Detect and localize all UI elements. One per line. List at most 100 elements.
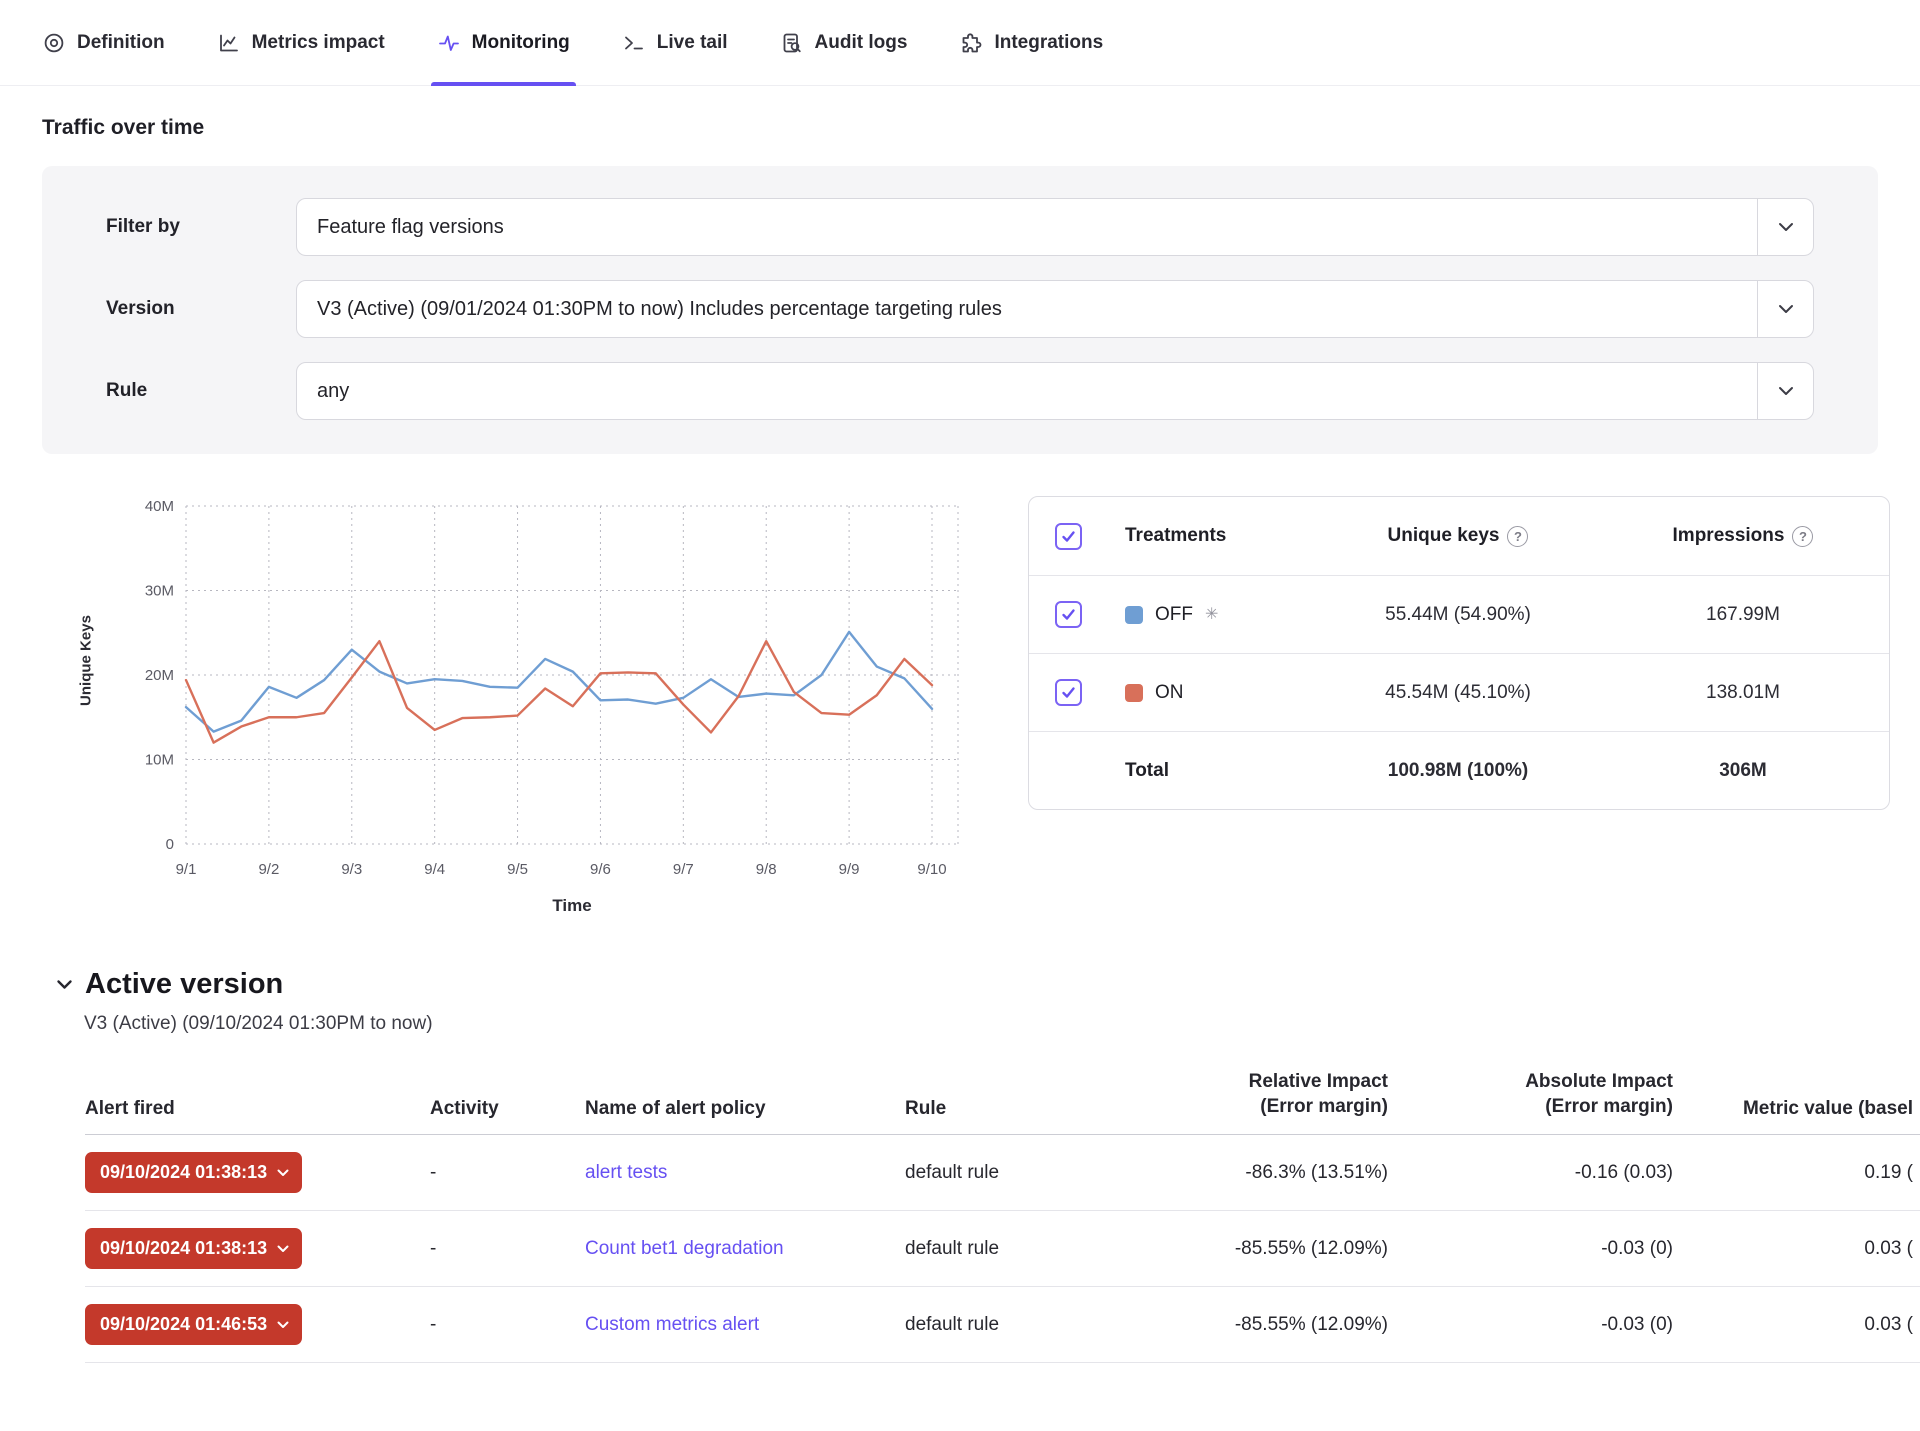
filter-by-value: Feature flag versions (297, 199, 1757, 255)
treatments-header-row: Treatments Unique keys ? Impressions ? (1029, 497, 1889, 575)
svg-text:9/4: 9/4 (424, 861, 445, 878)
tab-integrations[interactable]: Integrations (959, 0, 1103, 85)
tab-label: Metrics impact (252, 32, 385, 54)
help-icon[interactable]: ? (1792, 526, 1813, 547)
alerts-table: Alert fired Activity Name of alert polic… (85, 1061, 1920, 1363)
impressions-header-label: Impressions (1673, 525, 1785, 547)
alert-row: 09/10/2024 01:38:13 - alert tests defaul… (85, 1135, 1920, 1211)
alert-fired-time: 09/10/2024 01:46:53 (100, 1314, 267, 1335)
alert-fired-badge[interactable]: 09/10/2024 01:38:13 (85, 1228, 302, 1269)
absolute-impact-value: -0.03 (0) (1400, 1238, 1685, 1260)
chevron-down-icon (277, 1245, 289, 1253)
total-impressions: 306M (1623, 760, 1863, 782)
frozen-icon: ✳ (1205, 607, 1218, 623)
svg-text:9/1: 9/1 (176, 861, 197, 878)
chevron-down-icon[interactable] (1757, 281, 1813, 337)
alert-fired-badge[interactable]: 09/10/2024 01:38:13 (85, 1152, 302, 1193)
treatments-column-header: Treatments (1125, 525, 1293, 547)
tab-label: Definition (77, 32, 165, 54)
svg-text:30M: 30M (145, 583, 174, 600)
rule-select[interactable]: any (296, 362, 1814, 420)
metrics-impact-icon (217, 31, 241, 55)
version-select[interactable]: V3 (Active) (09/01/2024 01:30PM to now) … (296, 280, 1814, 338)
alert-fired-badge[interactable]: 09/10/2024 01:46:53 (85, 1304, 302, 1345)
col-metric-value: Metric value (basel (1685, 1098, 1920, 1120)
tab-live-tail[interactable]: Live tail (622, 0, 728, 85)
active-version-title: Active version (85, 968, 283, 1001)
rule-label: Rule (106, 380, 296, 402)
chevron-down-icon[interactable] (1757, 199, 1813, 255)
version-label: Version (106, 298, 296, 320)
svg-text:9/10: 9/10 (917, 861, 946, 878)
tab-label: Live tail (657, 32, 728, 54)
unique-keys-column-header: Unique keys ? (1293, 525, 1623, 547)
policy-link[interactable]: alert tests (585, 1162, 667, 1183)
svg-text:9/6: 9/6 (590, 861, 611, 878)
treatment-name: OFF (1155, 604, 1193, 626)
treatment-name: ON (1155, 682, 1184, 704)
treatments-total-row: Total 100.98M (100%) 306M (1029, 731, 1889, 809)
metric-value: 0.19 ( (1685, 1162, 1920, 1184)
relative-impact-value: -85.55% (12.09%) (1145, 1238, 1400, 1260)
svg-text:9/5: 9/5 (507, 861, 528, 878)
svg-text:9/3: 9/3 (341, 861, 362, 878)
svg-text:0: 0 (166, 836, 174, 853)
activity-value: - (430, 1238, 585, 1260)
policy-link[interactable]: Count bet1 degradation (585, 1238, 784, 1259)
svg-text:20M: 20M (145, 667, 174, 684)
treatment-row-on: ON 45.54M (45.10%) 138.01M (1029, 653, 1889, 731)
tab-label: Monitoring (472, 32, 570, 54)
active-version-section: Active version V3 (Active) (09/10/2024 0… (56, 968, 1878, 1035)
monitoring-icon (437, 31, 461, 55)
tab-definition[interactable]: Definition (42, 0, 165, 85)
alert-row: 09/10/2024 01:38:13 - Count bet1 degrada… (85, 1211, 1920, 1287)
metric-value: 0.03 ( (1685, 1314, 1920, 1336)
active-version-subtitle: V3 (Active) (09/10/2024 01:30PM to now) (84, 1013, 1878, 1035)
alerts-header-row: Alert fired Activity Name of alert polic… (85, 1061, 1920, 1135)
unique-keys-value: 45.54M (45.10%) (1293, 682, 1623, 704)
relative-impact-value: -85.55% (12.09%) (1145, 1314, 1400, 1336)
unique-keys-value: 55.44M (54.90%) (1293, 604, 1623, 626)
live-tail-icon (622, 31, 646, 55)
y-axis-label: Unique Keys (78, 601, 95, 721)
col-policy: Name of alert policy (585, 1098, 905, 1120)
svg-text:40M: 40M (145, 498, 174, 515)
svg-text:9/8: 9/8 (756, 861, 777, 878)
relative-impact-value: -86.3% (13.51%) (1145, 1162, 1400, 1184)
version-row: Version V3 (Active) (09/01/2024 01:30PM … (106, 280, 1814, 338)
rule-row: Rule any (106, 362, 1814, 420)
tab-metrics-impact[interactable]: Metrics impact (217, 0, 385, 85)
total-unique-keys: 100.98M (100%) (1293, 760, 1623, 782)
absolute-impact-value: -0.16 (0.03) (1400, 1162, 1685, 1184)
svg-text:9/2: 9/2 (258, 861, 279, 878)
rule-value: default rule (905, 1314, 1145, 1336)
alert-row: 09/10/2024 01:46:53 - Custom metrics ale… (85, 1287, 1920, 1363)
traffic-filter-panel: Filter by Feature flag versions Version … (42, 166, 1878, 454)
traffic-chart: Unique Keys 010M20M30M40M9/19/29/39/49/5… (42, 494, 994, 916)
policy-link[interactable]: Custom metrics alert (585, 1314, 759, 1335)
impressions-value: 167.99M (1623, 604, 1863, 626)
treatment-row-off: OFF ✳ 55.44M (54.90%) 167.99M (1029, 575, 1889, 653)
definition-icon (42, 31, 66, 55)
total-label: Total (1125, 760, 1293, 782)
active-version-toggle[interactable]: Active version (56, 968, 1878, 1001)
chevron-down-icon (277, 1169, 289, 1177)
col-rule: Rule (905, 1098, 1145, 1120)
on-checkbox[interactable] (1055, 679, 1082, 706)
unique-keys-header-label: Unique keys (1388, 525, 1500, 547)
svg-text:9/7: 9/7 (673, 861, 694, 878)
rule-value: any (297, 363, 1757, 419)
off-checkbox[interactable] (1055, 601, 1082, 628)
select-all-checkbox[interactable] (1055, 523, 1082, 550)
metric-value: 0.03 ( (1685, 1238, 1920, 1260)
svg-text:9/9: 9/9 (839, 861, 860, 878)
help-icon[interactable]: ? (1507, 526, 1528, 547)
tab-monitoring[interactable]: Monitoring (437, 0, 570, 85)
tab-audit-logs[interactable]: Audit logs (780, 0, 908, 85)
rule-value: default rule (905, 1162, 1145, 1184)
filter-by-select[interactable]: Feature flag versions (296, 198, 1814, 256)
version-value: V3 (Active) (09/01/2024 01:30PM to now) … (297, 281, 1757, 337)
impressions-column-header: Impressions ? (1623, 525, 1863, 547)
tab-bar: Definition Metrics impact Monitoring Liv… (0, 0, 1920, 86)
chevron-down-icon[interactable] (1757, 363, 1813, 419)
